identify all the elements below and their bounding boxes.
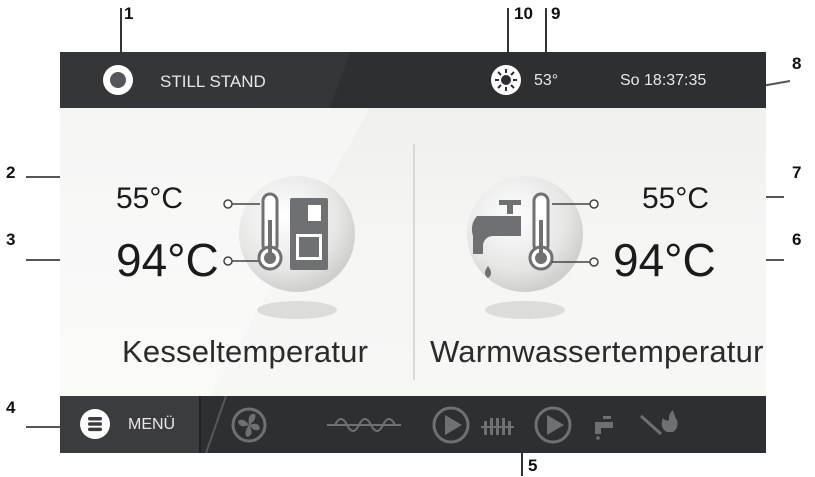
date-time: So 18:37:35 [620, 72, 707, 89]
boiler-actual-temp: 94°C [116, 234, 219, 286]
outdoor-temperature: 53° [534, 72, 559, 89]
pump-icon [432, 406, 470, 444]
fan-icon [231, 407, 267, 443]
callout-7: 7 [792, 163, 802, 182]
auger-icon [327, 418, 401, 432]
panel-divider [413, 144, 415, 380]
menu-label: MENÜ [128, 416, 176, 433]
menu-button[interactable]: MENÜ [60, 396, 201, 453]
callout-8: 8 [792, 54, 802, 73]
callout-10: 10 [514, 4, 533, 23]
boiler-label: Kesseltemperatur [122, 334, 369, 369]
tap-icon [595, 416, 613, 440]
status-dot-icon [103, 65, 133, 95]
callout-2: 2 [6, 163, 16, 182]
callout-5: 5 [528, 456, 538, 475]
callout-1: 1 [124, 4, 134, 23]
boiler-set-temp: 55°C [116, 182, 184, 215]
callout-9: 9 [551, 4, 561, 23]
hot-water-actual-temp: 94°C [613, 234, 716, 286]
fire-icon [639, 410, 678, 436]
menu-icon [80, 409, 110, 439]
pump-icon-2 [534, 406, 572, 444]
hot-water-label: Warmwassertemperatur [430, 334, 764, 369]
callout-3: 3 [6, 230, 16, 249]
top-status-bar: STILL STAND 53° So 18:37:35 [60, 52, 766, 108]
radiator-icon [481, 418, 514, 435]
tap-thermometer-icon [467, 176, 599, 319]
status-text: STILL STAND [160, 72, 266, 91]
sun-icon [491, 65, 521, 95]
callout-4: 4 [6, 398, 16, 417]
controller-screen: STILL STAND 53° So 18:37:35 55°C 94°C Ke… [60, 52, 766, 453]
callout-6: 6 [792, 230, 802, 249]
boiler-thermometer-icon [223, 176, 355, 319]
bottom-status-icons [205, 396, 678, 453]
hot-water-set-temp: 55°C [642, 182, 710, 215]
bottom-bar: MENÜ [60, 396, 766, 453]
